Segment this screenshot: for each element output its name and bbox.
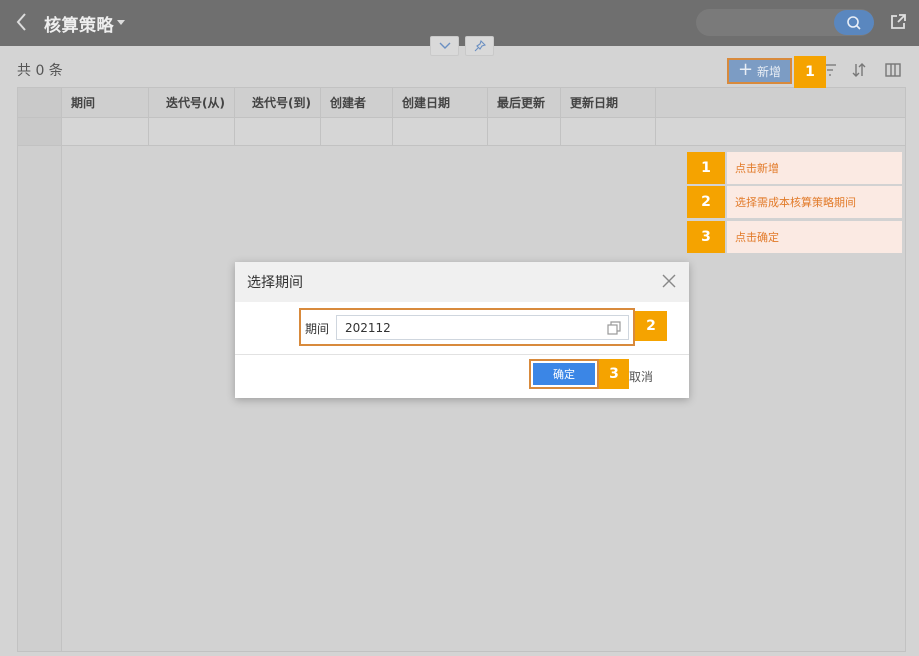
column-header-created-date[interactable]: 创建日期 xyxy=(393,88,488,117)
column-header-filler xyxy=(656,88,905,117)
lookup-icon[interactable] xyxy=(607,321,621,335)
filter-cell-iteration-to[interactable] xyxy=(235,118,321,145)
callout-badge-confirm: 3 xyxy=(599,359,629,389)
row-index-column xyxy=(18,146,62,651)
pin-header-button[interactable] xyxy=(465,36,494,56)
column-header-last-updated-by[interactable]: 最后更新 xyxy=(488,88,561,117)
collapse-header-button[interactable] xyxy=(430,36,459,56)
filter-cell-updated-date[interactable] xyxy=(561,118,656,145)
step-text: 点击新增 xyxy=(727,152,902,184)
app-header: 核算策略 xyxy=(0,0,919,46)
add-button[interactable]: + 新增 xyxy=(727,58,792,84)
table-filter-row xyxy=(18,118,905,146)
search-button[interactable] xyxy=(834,10,874,35)
column-header-period[interactable]: 期间 xyxy=(62,88,149,117)
filter-cell-filler xyxy=(656,118,905,145)
columns-icon[interactable] xyxy=(884,61,902,79)
filter-cell-period[interactable] xyxy=(62,118,149,145)
caret-down-icon[interactable] xyxy=(116,18,126,26)
sort-icon[interactable] xyxy=(850,61,868,79)
filter-cell-select xyxy=(18,118,62,145)
period-field: 期间 xyxy=(299,308,635,346)
period-input[interactable] xyxy=(336,315,629,340)
step-2: 2 选择需成本核算策略期间 xyxy=(687,186,902,218)
select-period-dialog: 选择期间 期间 2 确定 3 取消 xyxy=(235,262,689,398)
confirm-button-label: 确定 xyxy=(533,363,595,385)
table-header-row: 期间 迭代号(从) 迭代号(到) 创建者 创建日期 最后更新 更新日期 xyxy=(18,88,905,118)
chevron-left-icon[interactable] xyxy=(14,10,30,34)
step-3: 3 点击确定 xyxy=(687,221,902,253)
step-text: 点击确定 xyxy=(727,221,902,253)
pin-icon xyxy=(474,40,486,52)
confirm-button[interactable]: 确定 xyxy=(529,359,599,389)
step-number: 2 xyxy=(687,186,725,218)
cancel-button[interactable]: 取消 xyxy=(629,368,653,385)
column-header-iteration-from[interactable]: 迭代号(从) xyxy=(149,88,235,117)
search-icon xyxy=(847,15,861,30)
step-number: 1 xyxy=(687,152,725,184)
dialog-divider xyxy=(235,354,689,355)
filter-cell-last-updated-by[interactable] xyxy=(488,118,561,145)
step-number: 3 xyxy=(687,221,725,253)
callout-badge-add: 1 xyxy=(794,56,826,88)
close-icon[interactable] xyxy=(661,273,677,289)
dialog-header: 选择期间 xyxy=(235,262,689,302)
period-field-label: 期间 xyxy=(305,322,330,336)
record-count: 共 0 条 xyxy=(17,63,63,79)
step-1: 1 点击新增 xyxy=(687,152,902,184)
callout-badge-field: 2 xyxy=(635,311,667,341)
column-header-creator[interactable]: 创建者 xyxy=(321,88,393,117)
column-header-iteration-to[interactable]: 迭代号(到) xyxy=(235,88,321,117)
filter-cell-iteration-from[interactable] xyxy=(149,118,235,145)
select-column-header[interactable] xyxy=(18,88,62,117)
chevron-down-icon xyxy=(439,42,450,49)
filter-cell-created-date[interactable] xyxy=(393,118,488,145)
column-header-updated-date[interactable]: 更新日期 xyxy=(561,88,656,117)
filter-cell-creator[interactable] xyxy=(321,118,393,145)
page-title[interactable]: 核算策略 xyxy=(44,11,114,36)
step-text: 选择需成本核算策略期间 xyxy=(727,186,902,218)
dialog-title: 选择期间 xyxy=(247,275,303,291)
add-button-label: 新增 xyxy=(757,64,782,79)
external-link-icon[interactable] xyxy=(889,13,907,31)
plus-icon: + xyxy=(737,59,754,80)
